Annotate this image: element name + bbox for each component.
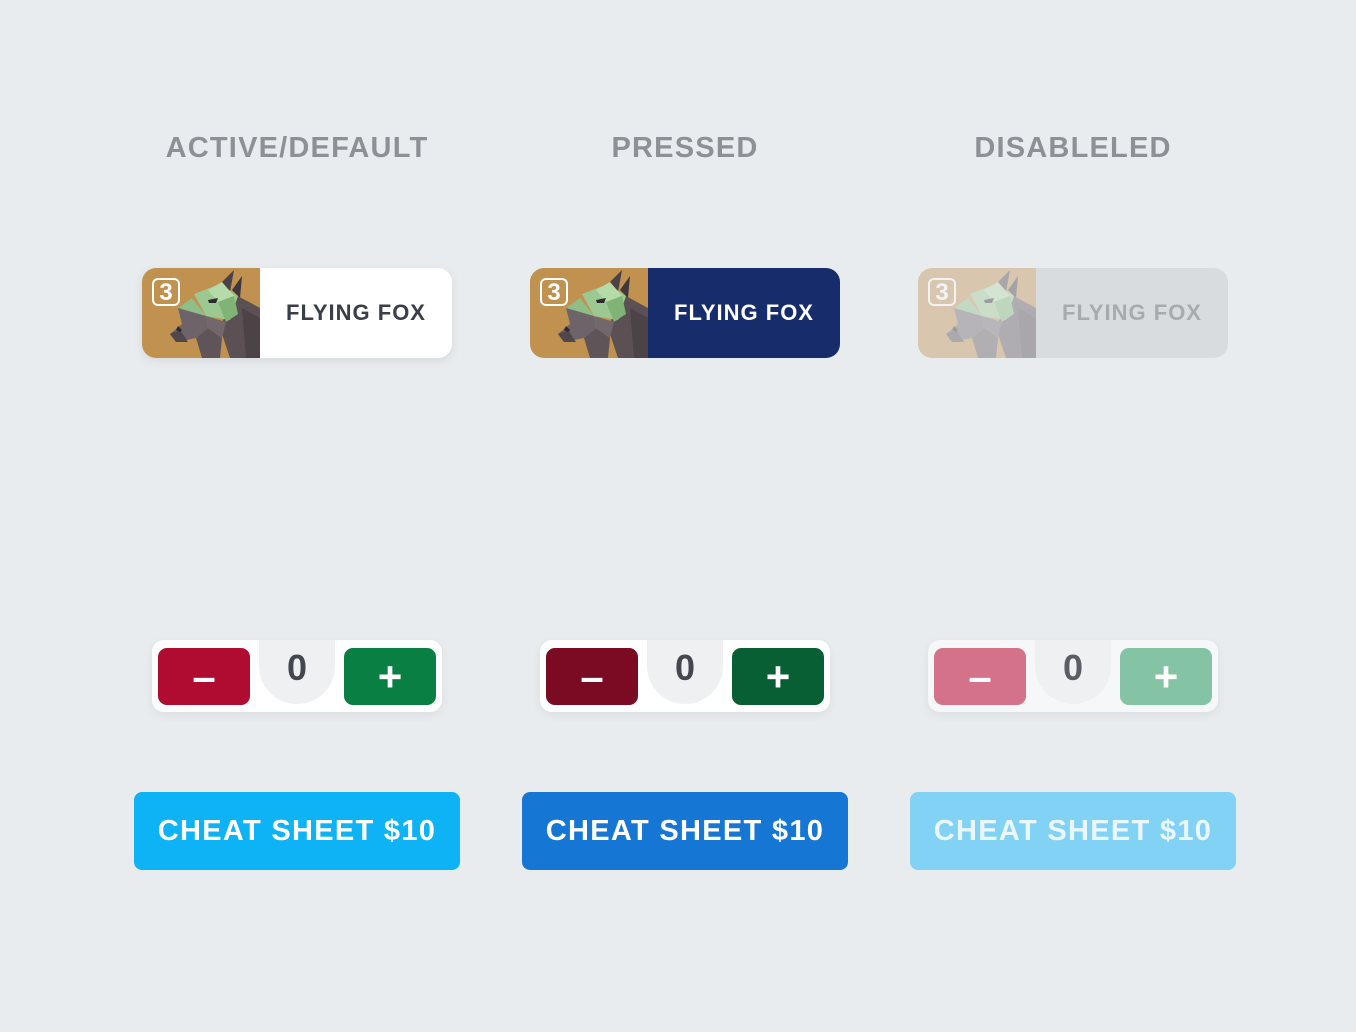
runner-silk: 3 [530, 268, 648, 358]
decrement-button: – [934, 648, 1026, 705]
runner-number-badge: 3 [540, 278, 568, 306]
state-heading-active: ACTIVE/DEFAULT [165, 132, 429, 164]
quantity-stepper-disabled: – 0 + [928, 640, 1218, 712]
increment-button[interactable]: + [344, 648, 436, 705]
runner-number-badge: 3 [152, 278, 180, 306]
increment-button[interactable]: + [732, 648, 824, 705]
state-column-pressed: PRESSED 3 FLYING FOX – 0 + CHEAT SHEET $… [520, 0, 850, 1032]
state-heading-pressed: PRESSED [611, 132, 759, 164]
increment-button: + [1120, 648, 1212, 705]
stepper-value: 0 [647, 640, 723, 704]
runner-name: FLYING FOX [1036, 268, 1228, 358]
runner-silk: 3 [918, 268, 1036, 358]
state-column-active: ACTIVE/DEFAULT 3 FLYING FOX – 0 + CHEAT … [132, 0, 462, 1032]
state-heading-disabled: DISABLELED [974, 132, 1172, 164]
quantity-stepper-pressed: – 0 + [540, 640, 830, 712]
decrement-button[interactable]: – [158, 648, 250, 705]
cheat-sheet-button-pressed[interactable]: CHEAT SHEET $10 [522, 792, 848, 870]
runner-button-pressed[interactable]: 3 FLYING FOX [530, 268, 840, 358]
state-column-disabled: DISABLELED 3 FLYING FOX – 0 + CHEAT SHEE… [908, 0, 1238, 1032]
runner-button-disabled: 3 FLYING FOX [918, 268, 1228, 358]
runner-button-active[interactable]: 3 FLYING FOX [142, 268, 452, 358]
cheat-sheet-button-active[interactable]: CHEAT SHEET $10 [134, 792, 460, 870]
cheat-sheet-button-disabled: CHEAT SHEET $10 [910, 792, 1236, 870]
stepper-value: 0 [259, 640, 335, 704]
runner-name: FLYING FOX [648, 268, 840, 358]
quantity-stepper-active: – 0 + [152, 640, 442, 712]
decrement-button[interactable]: – [546, 648, 638, 705]
runner-name: FLYING FOX [260, 268, 452, 358]
stepper-value: 0 [1035, 640, 1111, 704]
runner-silk: 3 [142, 268, 260, 358]
runner-number-badge: 3 [928, 278, 956, 306]
